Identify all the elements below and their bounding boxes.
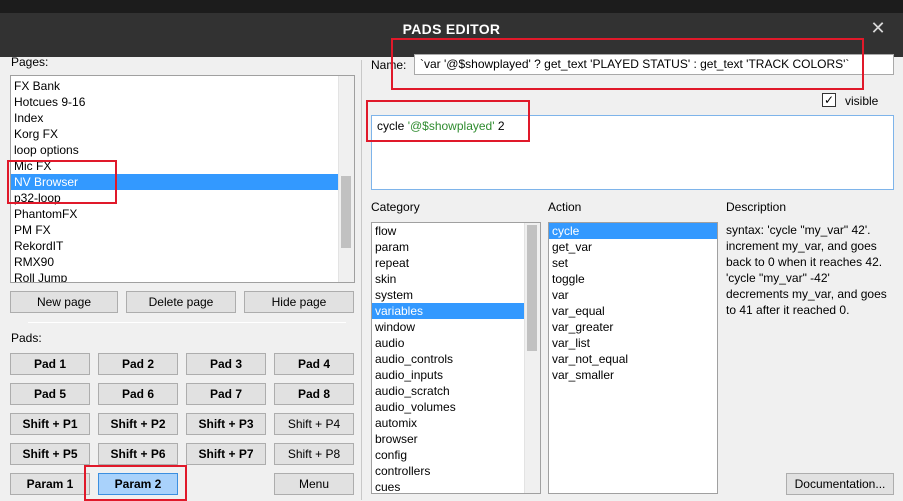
pages-label: Pages: (11, 55, 49, 69)
action-item-var-equal[interactable]: var_equal (549, 303, 717, 319)
divider (28, 322, 346, 323)
script-command: cycle (377, 119, 408, 133)
page-item-mic-fx[interactable]: Mic FX (11, 158, 354, 174)
category-item-controllers[interactable]: controllers (372, 463, 540, 479)
page-item-nv-browser[interactable]: NV Browser (11, 174, 354, 190)
category-scroll-thumb[interactable] (527, 225, 537, 351)
pad-button-pad-3[interactable]: Pad 3 (186, 353, 266, 375)
page-item-korg-fx[interactable]: Korg FX (11, 126, 354, 142)
category-item-repeat[interactable]: repeat (372, 255, 540, 271)
action-list[interactable]: cycle get_var set toggle var var_equal var_gre… (548, 222, 718, 494)
category-item-system[interactable]: system (372, 287, 540, 303)
category-item-config[interactable]: config (372, 447, 540, 463)
category-label: Category (371, 200, 420, 214)
category-item-flow[interactable]: flow (372, 223, 540, 239)
category-item-browser[interactable]: browser (372, 431, 540, 447)
pad-button-pad-7[interactable]: Pad 7 (186, 383, 266, 405)
action-item-set[interactable]: set (549, 255, 717, 271)
category-item-audio[interactable]: audio (372, 335, 540, 351)
pad-button-pad-1[interactable]: Pad 1 (10, 353, 90, 375)
page-item-fx-bank[interactable]: FX Bank (11, 78, 354, 94)
new-page-button[interactable]: New page (10, 291, 118, 313)
category-scrollbar[interactable] (524, 223, 540, 493)
pad-button-pad-5[interactable]: Pad 5 (10, 383, 90, 405)
page-item-index[interactable]: Index (11, 110, 354, 126)
pad-button-shift-p3[interactable]: Shift + P3 (186, 413, 266, 435)
page-item-rmx90[interactable]: RMX90 (11, 254, 354, 270)
pad-button-shift-p4[interactable]: Shift + P4 (274, 413, 354, 435)
pages-scroll-thumb[interactable] (341, 176, 351, 248)
category-item-cues[interactable]: cues (372, 479, 540, 493)
menu-button[interactable]: Menu (274, 473, 354, 495)
category-item-automix[interactable]: automix (372, 415, 540, 431)
description-text: syntax: 'cycle "my_var" 42'. increment my… (726, 222, 896, 318)
title-bar: PADS EDITOR ✕ (0, 0, 903, 57)
taskbar-strip (0, 0, 903, 13)
script-textarea[interactable]: cycle '@$showplayed' 2 (371, 115, 894, 190)
description-line: increment my_var, and goes (726, 239, 877, 253)
action-item-toggle[interactable]: toggle (549, 271, 717, 287)
param1-button[interactable]: Param 1 (10, 473, 90, 495)
action-item-var-greater[interactable]: var_greater (549, 319, 717, 335)
description-line: back to 0 when it reaches 42. (726, 255, 883, 269)
documentation-button[interactable]: Documentation... (786, 473, 894, 495)
name-label: Name: (371, 58, 407, 72)
page-item-pm-fx[interactable]: PM FX (11, 222, 354, 238)
pad-button-pad-4[interactable]: Pad 4 (274, 353, 354, 375)
param2-button[interactable]: Param 2 (98, 473, 178, 495)
page-item-roll-jump[interactable]: Roll Jump (11, 270, 354, 282)
window-title: PADS EDITOR (402, 21, 501, 37)
visible-checkbox[interactable]: ✓ (822, 93, 836, 107)
pad-button-shift-p2[interactable]: Shift + P2 (98, 413, 178, 435)
hide-page-button[interactable]: Hide page (244, 291, 354, 313)
category-item-skin[interactable]: skin (372, 271, 540, 287)
page-item-hotcues-9-16[interactable]: Hotcues 9-16 (11, 94, 354, 110)
pads-label: Pads: (11, 331, 42, 345)
page-item-phantomfx[interactable]: PhantomFX (11, 206, 354, 222)
action-item-var-list[interactable]: var_list (549, 335, 717, 351)
description-line: to 41 after it reached 0. (726, 303, 850, 317)
action-label: Action (548, 200, 582, 214)
pad-button-shift-p7[interactable]: Shift + P7 (186, 443, 266, 465)
description-line: decrements my_var, and goes (726, 287, 887, 301)
pages-scrollbar[interactable] (338, 76, 354, 282)
page-item-rekordit[interactable]: RekordIT (11, 238, 354, 254)
pages-list[interactable]: FX Bank Hotcues 9-16 Index Korg FX loop opti… (10, 75, 355, 283)
page-item-p32-loop[interactable]: p32-loop (11, 190, 354, 206)
pad-button-pad-8[interactable]: Pad 8 (274, 383, 354, 405)
action-item-get-var[interactable]: get_var (549, 239, 717, 255)
action-item-var[interactable]: var (549, 287, 717, 303)
close-icon[interactable]: ✕ (866, 16, 890, 40)
pad-button-shift-p8[interactable]: Shift + P8 (274, 443, 354, 465)
vertical-divider (361, 60, 362, 500)
visible-label: visible (845, 94, 879, 108)
pad-button-pad-6[interactable]: Pad 6 (98, 383, 178, 405)
page-item-loop-options[interactable]: loop options (11, 142, 354, 158)
category-item-audio-scratch[interactable]: audio_scratch (372, 383, 540, 399)
script-variable: '@$showplayed' (407, 119, 495, 133)
name-field[interactable]: `var '@$showplayed' ? get_text 'PLAYED S… (414, 54, 894, 75)
action-item-cycle[interactable]: cycle (549, 223, 717, 239)
description-line: 'cycle "my_var" -42' (726, 271, 830, 285)
description-label: Description (726, 200, 787, 214)
category-list[interactable]: flow param repeat skin system variables window… (371, 222, 541, 494)
action-item-var-not-equal[interactable]: var_not_equal (549, 351, 717, 367)
category-item-audio-controls[interactable]: audio_controls (372, 351, 540, 367)
script-argument: 2 (494, 119, 505, 133)
pad-button-pad-2[interactable]: Pad 2 (98, 353, 178, 375)
category-item-audio-inputs[interactable]: audio_inputs (372, 367, 540, 383)
category-item-variables[interactable]: variables (372, 303, 540, 319)
pad-button-shift-p5[interactable]: Shift + P5 (10, 443, 90, 465)
description-line: syntax: 'cycle "my_var" 42'. (726, 223, 871, 237)
category-item-window[interactable]: window (372, 319, 540, 335)
action-item-var-smaller[interactable]: var_smaller (549, 367, 717, 383)
category-item-param[interactable]: param (372, 239, 540, 255)
pad-button-shift-p1[interactable]: Shift + P1 (10, 413, 90, 435)
category-item-audio-volumes[interactable]: audio_volumes (372, 399, 540, 415)
pad-button-shift-p6[interactable]: Shift + P6 (98, 443, 178, 465)
delete-page-button[interactable]: Delete page (126, 291, 236, 313)
